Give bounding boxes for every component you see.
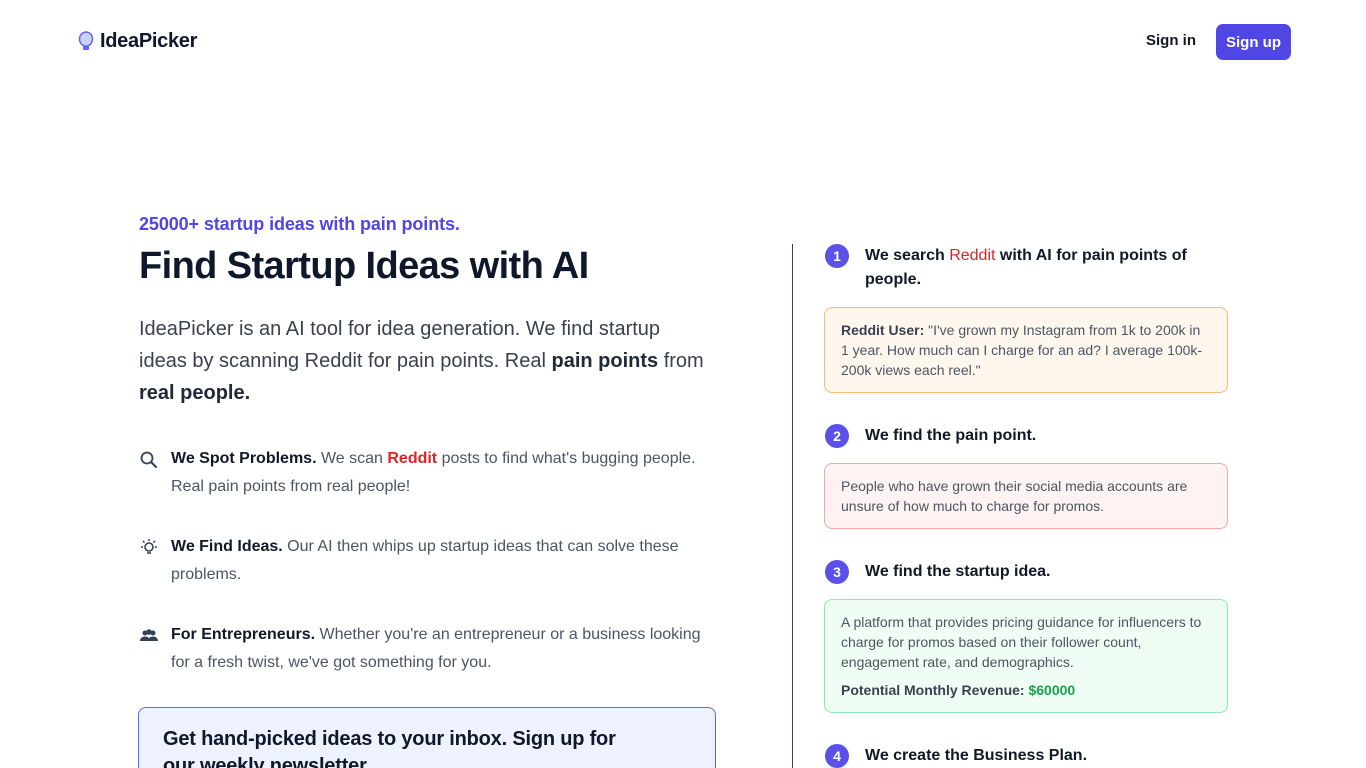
step-number-badge: 3 (825, 560, 849, 584)
step-title: We search Reddit with AI for pain points… (865, 244, 1225, 292)
feature-entrepreneurs: For Entrepreneurs. Whether you're an ent… (139, 621, 715, 677)
lightbulb-icon (78, 30, 94, 53)
lead-bold: real people. (139, 381, 251, 404)
top-navbar: IdeaPicker Sign in Sign up (0, 0, 1366, 84)
step-number-badge: 4 (825, 744, 849, 768)
feature-heading: We Find Ideas. (171, 537, 283, 555)
hero-section: 25000+ startup ideas with pain points. F… (139, 214, 719, 709)
revenue-label: Potential Monthly Revenue: (841, 682, 1025, 698)
reddit-highlight: Reddit (387, 449, 438, 467)
pain-point-text: People who have grown their social media… (841, 478, 1188, 514)
newsletter-title: Get hand-picked ideas to your inbox. Sig… (163, 728, 616, 768)
step-title: We find the pain point. (865, 427, 1037, 444)
lead-text: from (658, 349, 704, 372)
step-title: We create the Business Plan. (865, 747, 1088, 764)
startup-idea-text: A platform that provides pricing guidanc… (841, 614, 1202, 670)
step-number-badge: 1 (825, 244, 849, 268)
pain-point-card: People who have grown their social media… (824, 463, 1228, 529)
feature-list: We Spot Problems. We scan Reddit posts t… (139, 445, 719, 677)
column-divider (792, 244, 793, 768)
brand-logo[interactable]: IdeaPicker (78, 30, 197, 53)
page-title: Find Startup Ideas with AI (139, 245, 589, 287)
feature-heading: For Entrepreneurs. (171, 625, 316, 643)
brand-name: IdeaPicker (100, 30, 198, 52)
hero-description: IdeaPicker is an AI tool for idea genera… (139, 313, 709, 409)
sign-in-link[interactable]: Sign in (1146, 32, 1196, 49)
revenue-value: $60000 (1028, 682, 1076, 698)
sign-up-button[interactable]: Sign up (1216, 24, 1291, 60)
users-icon (139, 626, 159, 646)
hero-eyebrow: 25000+ startup ideas with pain points. (139, 214, 460, 234)
feature-find-ideas: We Find Ideas. Our AI then whips up star… (139, 533, 715, 589)
feature-text: We scan (316, 449, 388, 467)
step-title-text: We search (865, 247, 950, 264)
startup-idea-card: A platform that provides pricing guidanc… (824, 599, 1228, 713)
feature-heading: We Spot Problems. (171, 449, 317, 467)
step-title: We find the startup idea. (865, 563, 1051, 580)
reddit-user-label: Reddit User: (841, 322, 925, 338)
search-icon (139, 450, 159, 470)
lead-bold: pain points (551, 349, 659, 372)
feature-spot-problems: We Spot Problems. We scan Reddit posts t… (139, 445, 715, 501)
reddit-highlight: Reddit (949, 247, 996, 264)
lightbulb-icon (139, 538, 159, 558)
revenue-row: Potential Monthly Revenue: $60000 (841, 680, 1211, 700)
reddit-post-card: Reddit User: "I've grown my Instagram fr… (824, 307, 1228, 393)
step-number-badge: 2 (825, 424, 849, 448)
newsletter-box: Get hand-picked ideas to your inbox. Sig… (138, 707, 716, 768)
